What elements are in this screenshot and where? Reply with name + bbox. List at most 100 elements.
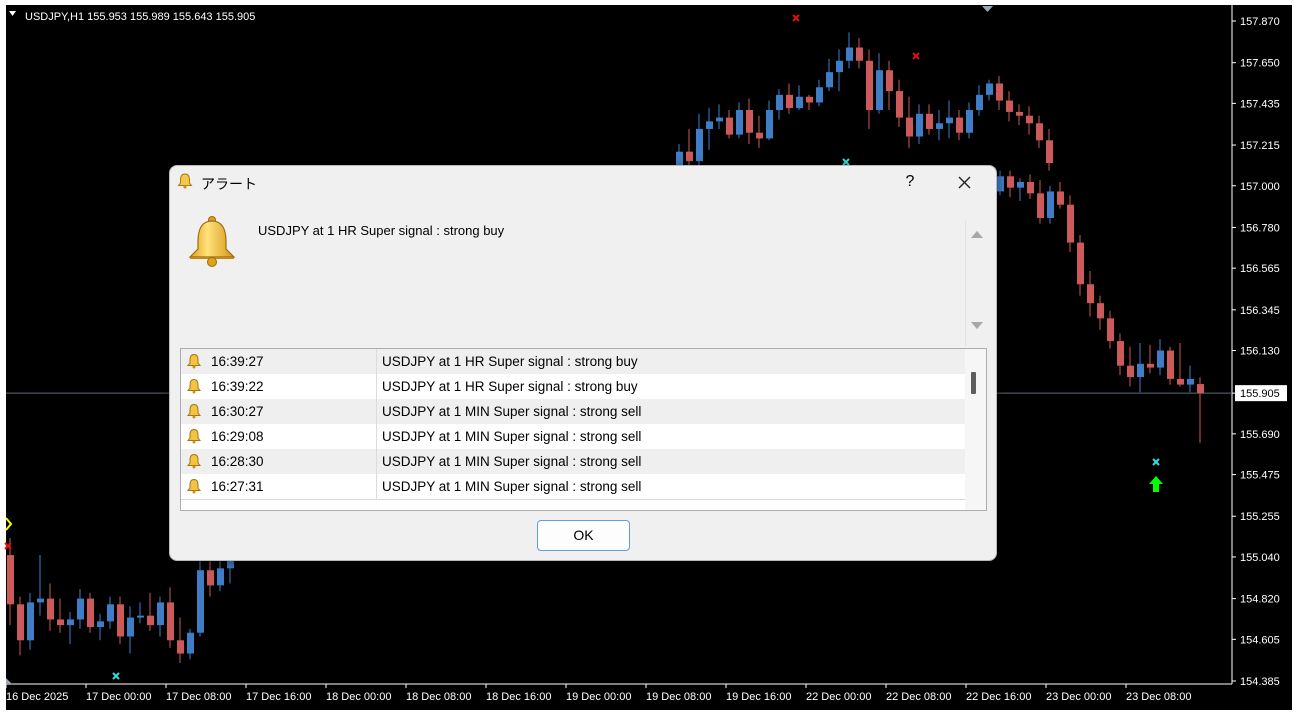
alert-bell-icon bbox=[184, 212, 240, 268]
candle-body bbox=[197, 570, 204, 633]
candle-body bbox=[1067, 204, 1074, 243]
alert-row[interactable]: 16:27:31 USDJPY at 1 MIN Super signal : s… bbox=[181, 474, 965, 500]
list-scroll-thumb[interactable] bbox=[971, 372, 976, 394]
candle-body bbox=[107, 604, 114, 622]
price-label: 155.475 bbox=[1240, 470, 1280, 482]
candle-body bbox=[77, 598, 84, 620]
scroll-up-button[interactable] bbox=[968, 224, 986, 244]
candle-body bbox=[1097, 303, 1104, 319]
candle-body bbox=[57, 619, 64, 626]
candle-body bbox=[1117, 341, 1124, 366]
candle-body bbox=[876, 70, 883, 111]
scroll-down-button[interactable] bbox=[968, 316, 986, 336]
alert-row-message: USDJPY at 1 MIN Super signal : strong se… bbox=[382, 429, 642, 444]
alert-row-message: USDJPY at 1 HR Super signal : strong buy bbox=[382, 354, 638, 369]
candle-body bbox=[926, 113, 933, 129]
candle-body bbox=[157, 602, 164, 626]
candle-body bbox=[826, 72, 833, 88]
price-label: 154.605 bbox=[1240, 634, 1280, 646]
ok-button[interactable]: OK bbox=[537, 520, 630, 551]
candle-body bbox=[167, 602, 174, 641]
candle-body bbox=[177, 640, 184, 654]
candle-body bbox=[856, 47, 863, 61]
alert-row[interactable]: 16:28:30 USDJPY at 1 MIN Super signal : s… bbox=[181, 449, 965, 475]
candle-body bbox=[1077, 242, 1084, 285]
candle-body bbox=[1197, 384, 1204, 394]
candle-body bbox=[97, 621, 104, 628]
price-label: 156.565 bbox=[1240, 263, 1280, 275]
time-label: 22 Dec 08:00 bbox=[886, 691, 951, 703]
candle-body bbox=[1016, 111, 1023, 116]
candle-body bbox=[686, 151, 693, 162]
time-label: 18 Dec 16:00 bbox=[486, 691, 551, 703]
alert-row-message: USDJPY at 1 MIN Super signal : strong se… bbox=[382, 454, 642, 469]
bell-icon bbox=[186, 403, 202, 419]
candle-body bbox=[916, 113, 923, 137]
alert-time-cell: 16:29:08 bbox=[181, 424, 377, 449]
alert-dialog: アラート ? USDJPY at 1 HR Super signal: str… bbox=[169, 165, 997, 561]
close-icon bbox=[958, 176, 971, 189]
candle-body bbox=[47, 598, 54, 620]
price-label: 154.385 bbox=[1240, 676, 1280, 688]
candle-body bbox=[1167, 350, 1174, 379]
dialog-title: アラート bbox=[201, 176, 257, 192]
triangle-down-icon bbox=[971, 322, 983, 329]
candle-body bbox=[716, 117, 723, 122]
alert-history-list[interactable]: 16:39:27 USDJPY at 1 HR Super signal : st… bbox=[180, 348, 987, 511]
candle-body bbox=[1177, 378, 1184, 385]
alert-row[interactable]: 16:29:08 USDJPY at 1 MIN Super signal : s… bbox=[181, 424, 965, 450]
time-label: 18 Dec 08:00 bbox=[406, 691, 471, 703]
candle-body bbox=[1027, 181, 1034, 194]
candle-body bbox=[956, 117, 963, 133]
time-label: 17 Dec 08:00 bbox=[166, 691, 231, 703]
alert-time-cell: 16:39:27 bbox=[181, 349, 377, 374]
price-label: 157.435 bbox=[1240, 98, 1280, 110]
time-label: 23 Dec 00:00 bbox=[1046, 691, 1111, 703]
candle-body bbox=[886, 70, 893, 92]
alert-time: 16:29:08 bbox=[211, 429, 264, 444]
candle-body bbox=[87, 598, 94, 628]
bell-icon bbox=[176, 172, 194, 190]
candle-body bbox=[1047, 191, 1054, 218]
price-label: 156.780 bbox=[1240, 222, 1280, 234]
alert-row-message: USDJPY at 1 MIN Super signal : strong se… bbox=[382, 404, 642, 419]
price-label: 157.870 bbox=[1240, 16, 1280, 28]
price-label: 154.820 bbox=[1240, 594, 1280, 606]
time-label: 22 Dec 16:00 bbox=[966, 691, 1031, 703]
alert-message: USDJPY at 1 HR Super signal : strong buy bbox=[258, 223, 505, 238]
message-scrollbar[interactable] bbox=[965, 220, 966, 346]
alert-time: 16:39:22 bbox=[211, 379, 264, 394]
candle-body bbox=[1057, 191, 1064, 205]
candle-body bbox=[796, 96, 803, 109]
bell-icon bbox=[186, 353, 202, 369]
candle-body bbox=[1046, 140, 1053, 164]
close-button[interactable] bbox=[942, 168, 986, 196]
mt5-chart-window: USDJPY,H1 155.953 155.989 155.643 155.90… bbox=[0, 0, 1294, 713]
candle-body bbox=[746, 110, 753, 133]
candle-body bbox=[1107, 318, 1114, 342]
triangle-up-icon bbox=[971, 231, 983, 238]
alert-time-cell: 16:28:30 bbox=[181, 449, 377, 474]
price-label: 156.130 bbox=[1240, 346, 1280, 358]
price-label: 155.040 bbox=[1240, 552, 1280, 564]
candle-body bbox=[996, 83, 1003, 101]
alert-row[interactable]: 16:30:27 USDJPY at 1 MIN Super signal : s… bbox=[181, 399, 965, 425]
candle-body bbox=[7, 555, 14, 605]
candle-body bbox=[736, 110, 743, 135]
candle-body bbox=[187, 632, 194, 654]
dialog-title-bar[interactable]: アラート ? bbox=[170, 166, 996, 198]
candle-body bbox=[866, 60, 873, 111]
alert-time: 16:39:27 bbox=[211, 354, 264, 369]
candle-body bbox=[997, 176, 1004, 192]
alert-row[interactable]: 16:39:22 USDJPY at 1 HR Super signal : st… bbox=[181, 374, 965, 400]
candle-body bbox=[1036, 123, 1043, 141]
candle-body bbox=[696, 128, 703, 162]
help-button[interactable]: ? bbox=[890, 168, 930, 196]
candle-body bbox=[836, 60, 843, 73]
candle-body bbox=[17, 604, 24, 641]
candle-body bbox=[726, 117, 733, 135]
alert-row[interactable]: 16:39:27 USDJPY at 1 HR Super signal : st… bbox=[181, 349, 965, 375]
candle-body bbox=[966, 110, 973, 133]
candle-body bbox=[706, 121, 713, 129]
price-label: 155.690 bbox=[1240, 429, 1280, 441]
